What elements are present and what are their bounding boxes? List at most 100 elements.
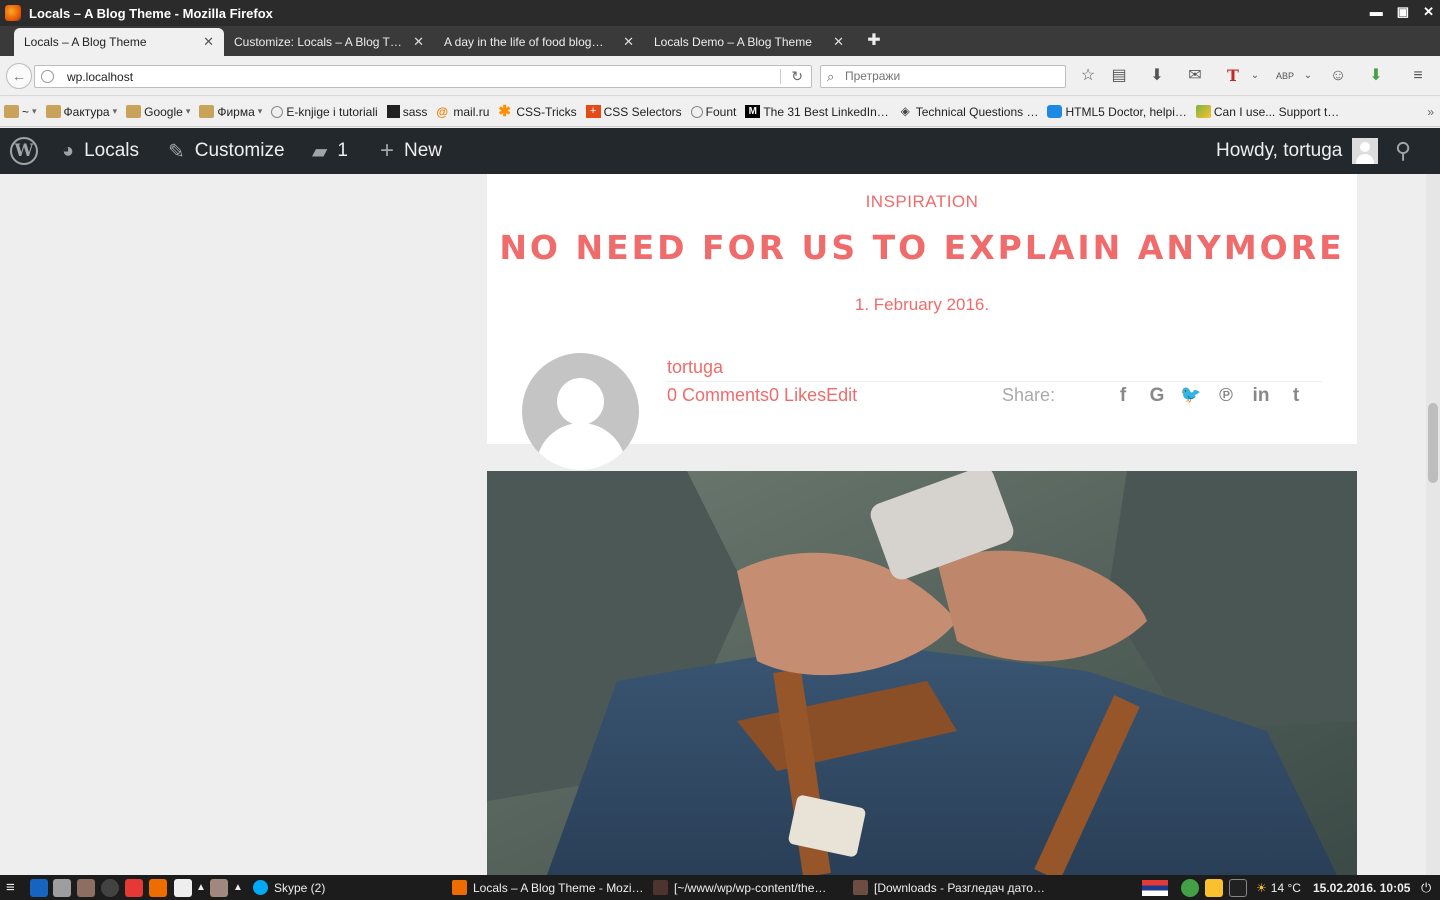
author-link[interactable]: tortuga [667, 357, 723, 378]
comments-link[interactable]: 0 Comments [667, 385, 769, 405]
bookmark-item[interactable]: @ mail.ru [436, 105, 489, 120]
start-menu-icon[interactable]: ≡ [6, 879, 15, 896]
app-launcher-icon[interactable] [210, 879, 228, 897]
my-account-menu[interactable]: Howdy, tortuga [1216, 128, 1379, 174]
chevron-down-icon[interactable]: ⌄ [1244, 66, 1266, 88]
meta-divider [667, 381, 1322, 382]
tab-food-blog[interactable]: A day in the life of food blog… ✕ [434, 28, 644, 56]
minimize-button[interactable]: ▬ [1370, 4, 1383, 20]
new-tab-button[interactable]: ✚ [865, 32, 883, 50]
terminal-launcher-icon[interactable] [30, 879, 48, 897]
tab-customize[interactable]: Customize: Locals – A Blog T… ✕ [224, 28, 434, 56]
download-arrow-icon[interactable]: ⬇ [1365, 66, 1387, 88]
emoji-icon[interactable]: ☺ [1327, 66, 1349, 88]
checkmark-tray-icon[interactable] [1181, 879, 1199, 897]
back-button[interactable]: ← [6, 63, 32, 89]
browser-launcher-icon[interactable] [125, 879, 143, 897]
clock[interactable]: 15.02.2016. 10:05 [1313, 879, 1410, 896]
close-tab-icon[interactable]: ✕ [413, 34, 424, 50]
triangle-up-icon[interactable]: ▲ [196, 879, 206, 896]
translate-icon[interactable]: T [1222, 66, 1244, 88]
edit-link[interactable]: Edit [826, 385, 857, 405]
linkedin-icon[interactable]: in [1249, 385, 1273, 407]
bookmark-item[interactable]: HTML5 Doctor, helpi… [1047, 105, 1187, 119]
more-bookmarks-icon[interactable]: » [1427, 105, 1434, 119]
likes-link[interactable]: 0 Likes [769, 385, 826, 405]
close-tab-icon[interactable]: ✕ [203, 34, 214, 50]
page-scrollbar[interactable] [1426, 174, 1440, 875]
triangle-up-icon[interactable]: ▲ [233, 879, 243, 896]
terminal-tray-icon[interactable] [1229, 879, 1247, 897]
firefox-icon [5, 5, 21, 21]
taskbar-skype[interactable]: Skype (2) [253, 879, 325, 896]
downloads-icon[interactable]: ⬇ [1146, 66, 1168, 88]
site-identity-icon[interactable] [41, 70, 54, 83]
url-text[interactable]: wp.localhost [67, 70, 133, 84]
maximize-button[interactable]: ▣ [1397, 4, 1409, 20]
skype-icon [253, 880, 268, 895]
taskbar-task-files[interactable]: [Downloads - Разгледач дато… [853, 879, 1045, 896]
adblock-icon[interactable]: ABP [1274, 66, 1296, 88]
keyboard-layout-flag-icon[interactable] [1142, 880, 1168, 896]
close-window-button[interactable]: ✕ [1423, 4, 1434, 20]
bookmark-label: Фирма [217, 104, 255, 119]
taskbar-task-terminal[interactable]: [~/www/wp/wp-content/the… [653, 879, 826, 896]
close-tab-icon[interactable]: ✕ [623, 34, 634, 50]
bookmark-item[interactable]: Фактура ▾ [45, 105, 117, 119]
bookmark-item[interactable]: Google ▾ [126, 105, 190, 119]
twitter-icon[interactable]: 🐦 [1179, 385, 1203, 405]
bookmark-item[interactable]: + CSS Selectors [585, 105, 682, 119]
bookmark-item[interactable]: sass [386, 105, 427, 119]
document-launcher-icon[interactable] [174, 879, 192, 897]
plus-icon: + [380, 137, 395, 164]
post-date[interactable]: 1. February 2016. [487, 295, 1357, 315]
comments-menu[interactable]: ▰ 1 [312, 128, 348, 174]
camera-launcher-icon[interactable] [101, 879, 119, 897]
search-bar[interactable]: ⌕ [820, 65, 1066, 88]
firefox-launcher-icon[interactable] [149, 879, 167, 897]
hamburger-menu-icon[interactable]: ≡ [1407, 66, 1429, 88]
spreadsheet-launcher-icon[interactable] [77, 879, 95, 897]
customize-menu[interactable]: ✎ Customize [168, 128, 285, 174]
taskbar-task-firefox[interactable]: Locals – A Blog Theme - Mozi… [452, 879, 644, 896]
reload-icon[interactable]: ↻ [791, 68, 803, 85]
page-viewport: INSPIRATION NO NEED FOR US TO EXPLAIN AN… [0, 174, 1440, 875]
bookmark-star-icon[interactable]: ☆ [1077, 66, 1099, 88]
taskbar-item-label: Skype (2) [274, 880, 326, 895]
post-title[interactable]: NO NEED FOR US TO EXPLAIN ANYMORE [487, 228, 1357, 267]
facebook-icon[interactable]: f [1111, 385, 1135, 407]
bookmark-item[interactable]: Fount [690, 104, 737, 119]
bookmark-item[interactable]: E-knjige i tutoriali [271, 105, 378, 119]
featured-image[interactable] [487, 471, 1357, 875]
bookmark-item[interactable]: ◈ Technical Questions … [898, 105, 1039, 119]
wp-logo-menu[interactable]: W [10, 128, 38, 174]
chevron-down-icon[interactable]: ⌄ [1297, 66, 1319, 88]
admin-search[interactable]: ⚲ [1395, 128, 1411, 174]
tumblr-icon[interactable]: t [1284, 385, 1308, 407]
reading-list-icon[interactable]: ▤ [1108, 66, 1130, 88]
author-avatar[interactable] [522, 353, 639, 470]
bookmark-item[interactable]: M The 31 Best LinkedIn… [745, 105, 889, 119]
url-bar[interactable]: wp.localhost ↻ [34, 65, 812, 88]
bookmark-item[interactable]: ✱ CSS-Tricks [498, 104, 576, 119]
notes-tray-icon[interactable] [1205, 879, 1223, 897]
weather-widget[interactable]: ☀ 14 °C [1256, 879, 1301, 896]
tab-locals[interactable]: Locals – A Blog Theme ✕ [14, 28, 224, 56]
new-content-menu[interactable]: + New [380, 128, 442, 174]
power-icon[interactable]: ⏻ [1421, 879, 1431, 896]
close-tab-icon[interactable]: ✕ [833, 34, 844, 50]
mail-icon[interactable]: ✉ [1184, 66, 1206, 88]
bookmark-item[interactable]: Can I use... Support t… [1195, 105, 1339, 119]
tab-locals-demo[interactable]: Locals Demo – A Blog Theme ✕ [644, 28, 854, 56]
bookmark-label: Fount [705, 104, 737, 119]
folder-icon [853, 880, 868, 895]
search-input[interactable] [845, 69, 1045, 83]
site-name-menu[interactable]: ◕ Locals [62, 128, 139, 174]
files-launcher-icon[interactable] [53, 879, 71, 897]
post-category[interactable]: INSPIRATION [487, 192, 1357, 212]
google-icon[interactable]: G [1145, 385, 1169, 407]
bookmark-item[interactable]: ~ ▾ [4, 105, 37, 119]
pinterest-icon[interactable]: ℗ [1214, 385, 1238, 407]
scrollbar-thumb[interactable] [1428, 403, 1438, 483]
bookmark-item[interactable]: Фирма ▾ [199, 105, 262, 119]
